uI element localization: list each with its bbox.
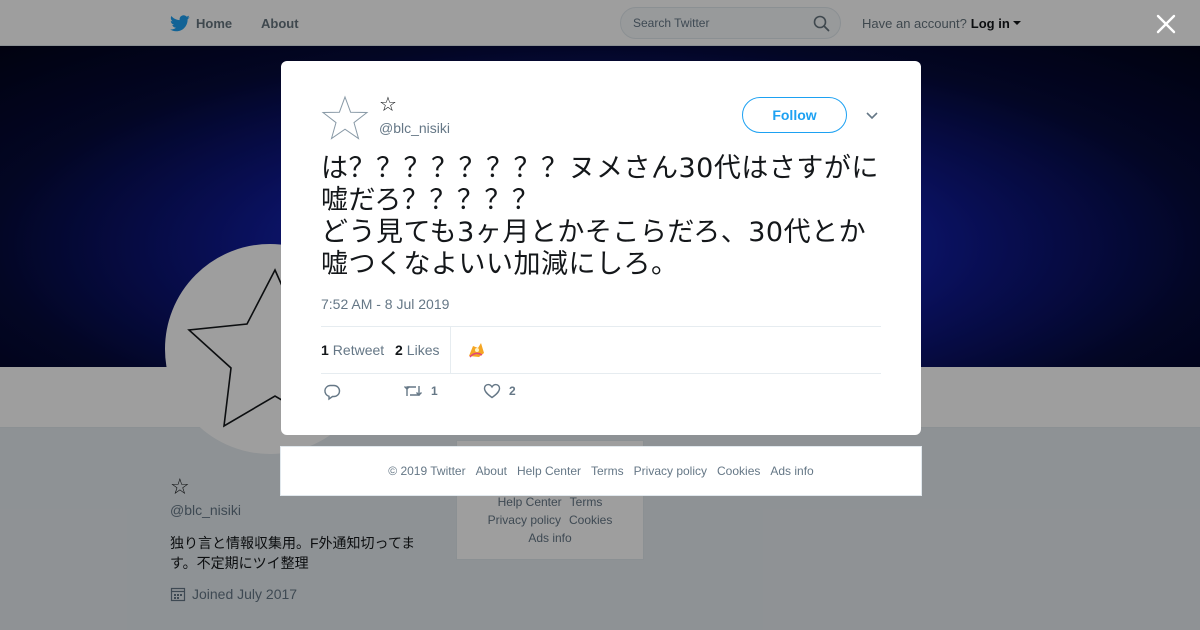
like-action-count: 2: [509, 384, 516, 398]
footer-link-terms[interactable]: Terms: [591, 464, 624, 478]
follow-button[interactable]: Follow: [742, 97, 847, 133]
tweet-author-name[interactable]: ☆: [379, 94, 397, 116]
footer-link-privacy[interactable]: Privacy policy: [634, 464, 707, 478]
tweet-timestamp[interactable]: 7:52 AM - 8 Jul 2019: [321, 296, 449, 312]
retweet-stat[interactable]: 1 Retweet: [321, 342, 384, 358]
retweet-button[interactable]: 1: [403, 383, 438, 399]
footer-link-cookies[interactable]: Cookies: [717, 464, 760, 478]
tweet-text: は？？？？？？？？ヌメさん30代はさすがに嘘だろ？？？？？ どう見ても3ヶ月とか…: [321, 153, 879, 280]
likes-label: Likes: [406, 342, 440, 358]
stats-divider: [450, 327, 451, 374]
retweet-icon: [404, 386, 422, 396]
footer-link-ads-info[interactable]: Ads info: [770, 464, 813, 478]
retweet-label: Retweet: [332, 342, 385, 358]
close-icon[interactable]: [1154, 12, 1178, 36]
footer-copyright: © 2019 Twitter: [388, 464, 466, 478]
modal-footer: © 2019 Twitter About Help Center Terms P…: [280, 446, 922, 496]
like-button[interactable]: 2: [483, 383, 516, 399]
liker-avatar[interactable]: [463, 337, 489, 363]
chevron-down-icon[interactable]: [865, 109, 879, 121]
like-count: 2: [395, 342, 403, 358]
heart-icon: [483, 383, 501, 399]
tweet-stats: 1 Retweet 2 Likes: [321, 326, 881, 374]
footer-link-help-center[interactable]: Help Center: [517, 464, 581, 478]
star-avatar-icon[interactable]: [321, 95, 369, 143]
tweet-actions: 1 2: [321, 383, 881, 407]
retweet-action-count: 1: [431, 384, 438, 398]
reply-icon: [324, 384, 341, 401]
tweet-author-handle[interactable]: @blc_nisiki: [379, 120, 450, 136]
likes-stat[interactable]: 2 Likes: [395, 342, 439, 358]
reply-button[interactable]: [323, 383, 349, 401]
tweet-modal: ☆ @blc_nisiki Follow は？？？？？？？？ヌメさん30代はさす…: [281, 61, 921, 435]
retweet-count: 1: [321, 342, 329, 358]
footer-link-about[interactable]: About: [476, 464, 507, 478]
